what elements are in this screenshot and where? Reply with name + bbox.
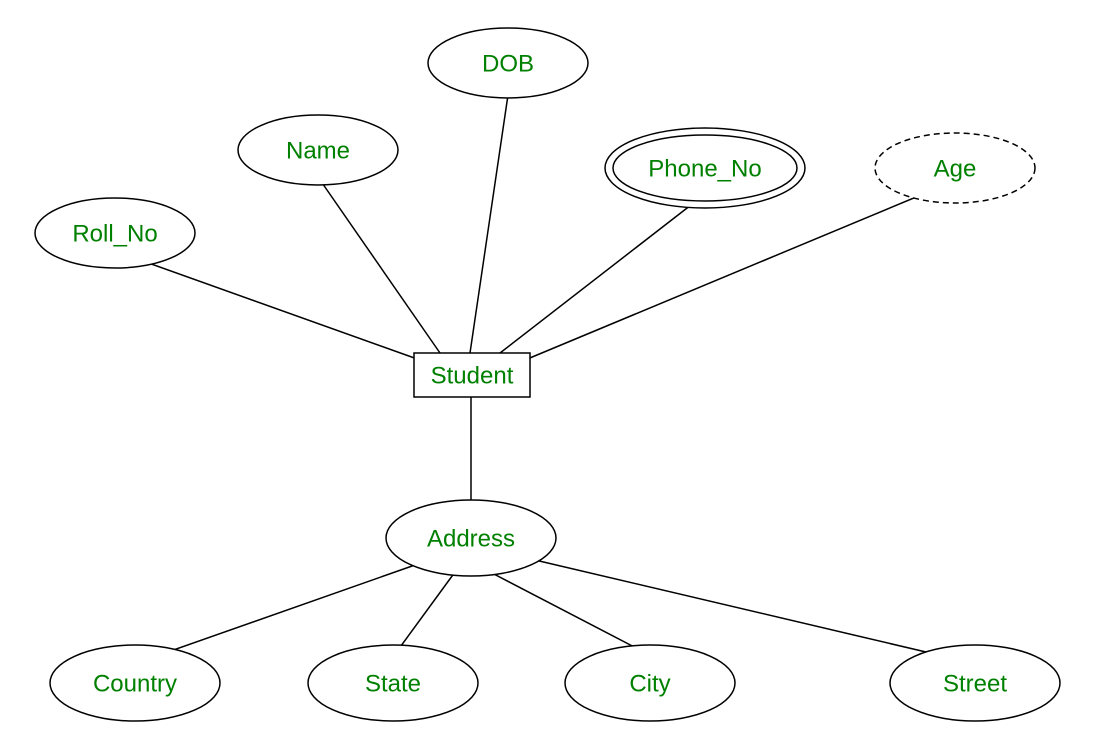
attr-age-label: Age	[934, 155, 977, 182]
er-diagram: Student Roll_No Name DOB Phone_No Age Ad…	[0, 0, 1112, 753]
attr-name: Name	[238, 115, 398, 185]
edge-student-name	[318, 177, 440, 353]
edge-student-dob	[470, 95, 508, 353]
attr-phoneno: Phone_No	[605, 128, 805, 208]
attr-rollno: Roll_No	[35, 198, 195, 268]
entity-student: Student	[414, 353, 530, 397]
attr-city: City	[565, 645, 735, 721]
attr-age: Age	[875, 133, 1035, 203]
attr-dob-label: DOB	[482, 50, 534, 77]
edge-student-rollno	[115, 251, 420, 360]
attr-rollno-label: Roll_No	[72, 220, 157, 247]
edge-student-age	[525, 185, 945, 360]
attr-city-label: City	[629, 670, 670, 697]
attr-street-label: Street	[943, 670, 1007, 697]
attr-country-label: Country	[93, 670, 177, 697]
attr-state-label: State	[365, 670, 421, 697]
edge-address-state	[398, 572, 455, 650]
attr-dob: DOB	[428, 28, 588, 98]
entity-student-label: Student	[431, 362, 514, 389]
edge-address-city	[490, 572, 640, 650]
attr-address: Address	[386, 500, 556, 576]
edge-address-street	[535, 560, 960, 660]
attr-address-label: Address	[427, 525, 515, 552]
attr-country: Country	[50, 645, 220, 721]
attr-phoneno-label: Phone_No	[648, 155, 761, 182]
attr-name-label: Name	[286, 137, 350, 164]
attr-state: State	[308, 645, 478, 721]
edge-student-phoneno	[500, 198, 700, 353]
attr-street: Street	[890, 645, 1060, 721]
